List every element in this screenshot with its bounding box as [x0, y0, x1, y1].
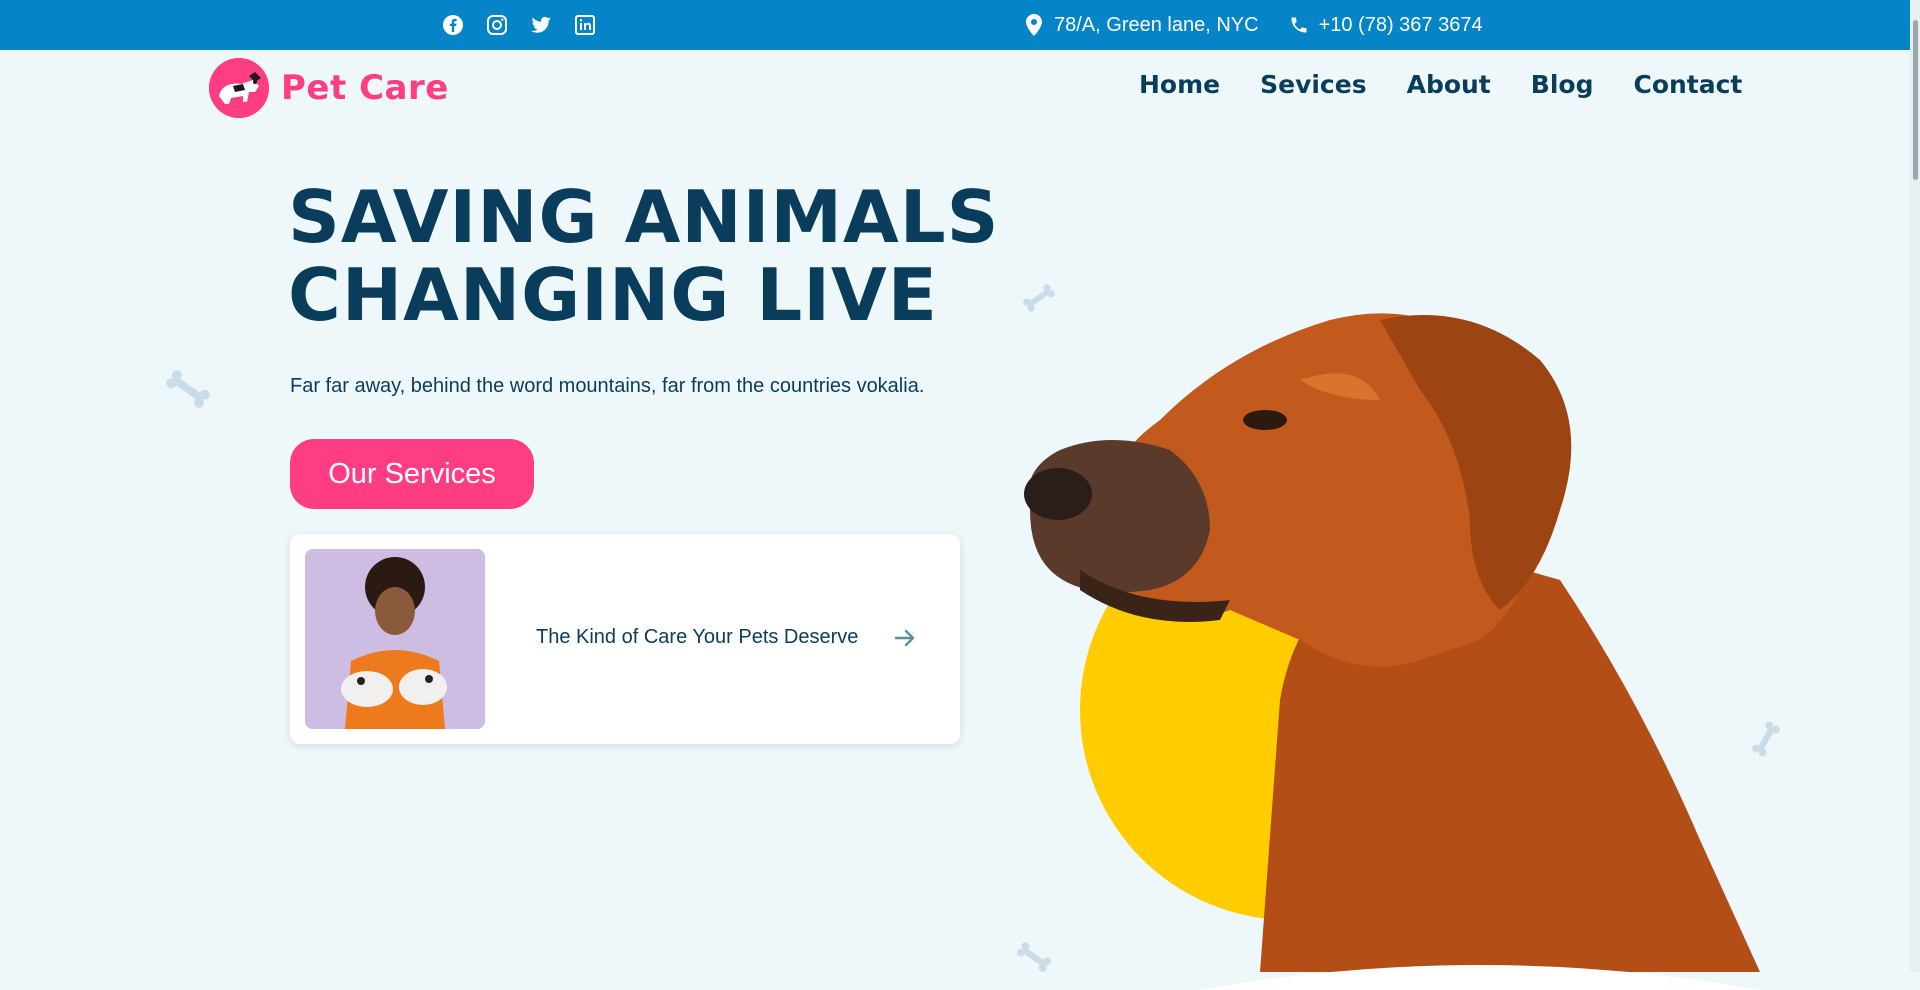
nav-about[interactable]: About — [1407, 70, 1491, 99]
hero-subtitle: Far far away, behind the word mountains,… — [290, 375, 925, 397]
hero-title-line-2: CHANGING LIVE — [288, 253, 938, 337]
card-text: The Kind of Care Your Pets Deserve — [536, 626, 859, 648]
phone-icon — [1291, 17, 1307, 33]
hero-title-line-1: SAVING ANIMALS — [288, 175, 1000, 259]
logo-icon — [209, 58, 269, 118]
dog-image — [1000, 280, 1780, 972]
page-scrollbar[interactable] — [1910, 0, 1920, 972]
nav-home[interactable]: Home — [1139, 70, 1220, 99]
care-card[interactable]: The Kind of Care Your Pets Deserve — [290, 534, 960, 744]
nav-services[interactable]: Sevices — [1260, 70, 1366, 99]
nav-blog[interactable]: Blog — [1531, 70, 1594, 99]
social-links — [441, 13, 597, 37]
top-bar: 78/A, Green lane, NYC +10 (78) 367 3674 — [0, 0, 1920, 50]
map-pin-icon — [1026, 14, 1042, 36]
scrollbar-thumb[interactable] — [1913, 20, 1918, 180]
bone-icon — [163, 367, 213, 411]
twitter-icon[interactable] — [529, 13, 553, 37]
address-text: 78/A, Green lane, NYC — [1054, 13, 1259, 36]
linkedin-icon[interactable] — [573, 13, 597, 37]
arrow-right-icon[interactable] — [894, 628, 916, 648]
hero-title: SAVING ANIMALS CHANGING LIVE — [288, 178, 1000, 334]
logo[interactable]: Pet Care — [209, 58, 449, 118]
woman-with-puppies-image — [305, 549, 485, 729]
section-divider-curve — [1200, 965, 1760, 990]
phone-text[interactable]: +10 (78) 367 3674 — [1319, 14, 1483, 37]
contact-info: 78/A, Green lane, NYC +10 (78) 367 3674 — [1024, 0, 1483, 50]
nav-contact[interactable]: Contact — [1633, 70, 1742, 99]
logo-text: Pet Care — [281, 68, 449, 108]
instagram-icon[interactable] — [485, 13, 509, 37]
facebook-icon[interactable] — [441, 13, 465, 37]
our-services-button[interactable]: Our Services — [290, 439, 534, 509]
main-nav: Home Sevices About Blog Contact — [1139, 70, 1742, 99]
